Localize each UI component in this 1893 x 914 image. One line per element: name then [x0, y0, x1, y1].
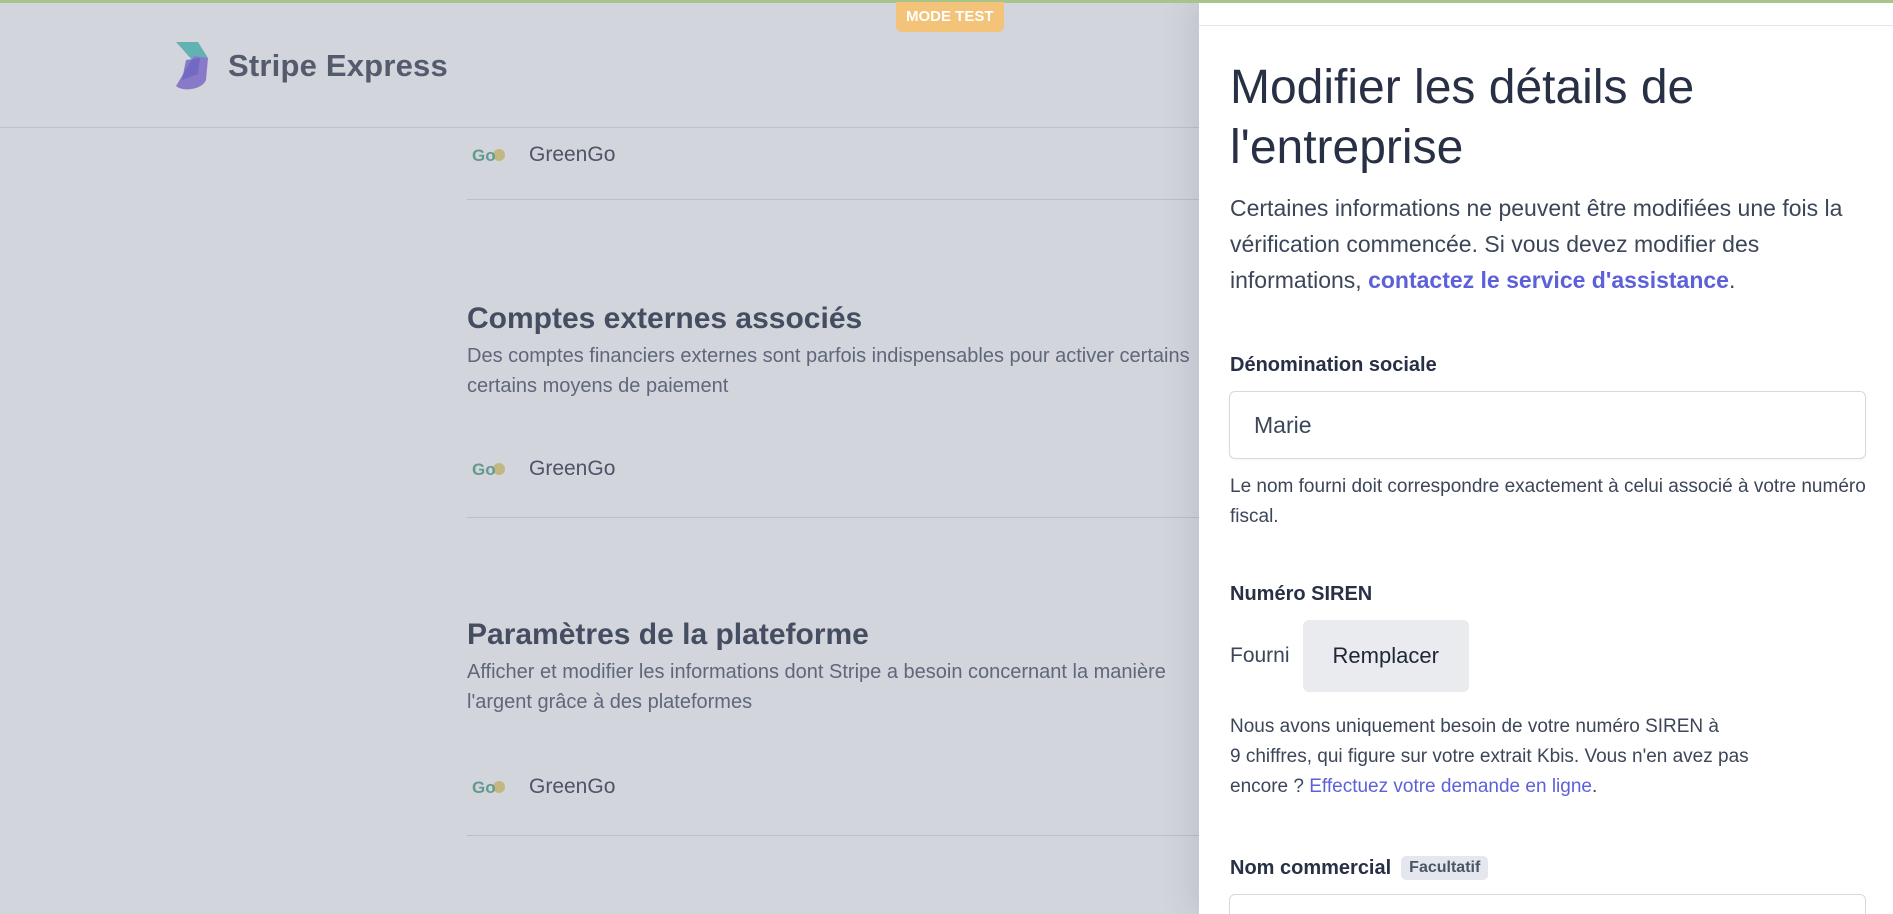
siren-label: Numéro SIREN — [1230, 583, 1373, 605]
replace-siren-button[interactable]: Remplacer — [1302, 620, 1469, 692]
siren-status-row: Fourni Remplacer — [1230, 620, 1469, 692]
trade-name-input[interactable] — [1229, 894, 1866, 914]
company-name-label: Dénomination sociale — [1230, 354, 1437, 376]
optional-badge: Facultatif — [1401, 856, 1489, 880]
edit-business-drawer: Modifier les détails de l'entreprise Cer… — [1199, 0, 1893, 914]
contact-support-link[interactable]: contactez le service d'assistance — [1368, 267, 1729, 293]
mode-test-badge: MODE TEST — [896, 2, 1004, 32]
siren-help: Nous avons uniquement besoin de votre nu… — [1230, 716, 1749, 797]
drawer-title: Modifier les détails de l'entreprise — [1230, 61, 1695, 174]
company-name-input[interactable] — [1229, 391, 1866, 459]
apply-online-link[interactable]: Effectuez votre demande en ligne — [1309, 776, 1592, 797]
trade-name-label-row: Nom commercial Facultatif — [1230, 856, 1489, 880]
company-name-help: Le nom fourni doit correspondre exacteme… — [1230, 476, 1866, 527]
drawer-intro: Certaines informations ne peuvent être m… — [1230, 195, 1843, 293]
siren-status: Fourni — [1230, 644, 1290, 667]
drawer-divider — [1199, 25, 1893, 26]
trade-name-label: Nom commercial — [1230, 856, 1392, 879]
